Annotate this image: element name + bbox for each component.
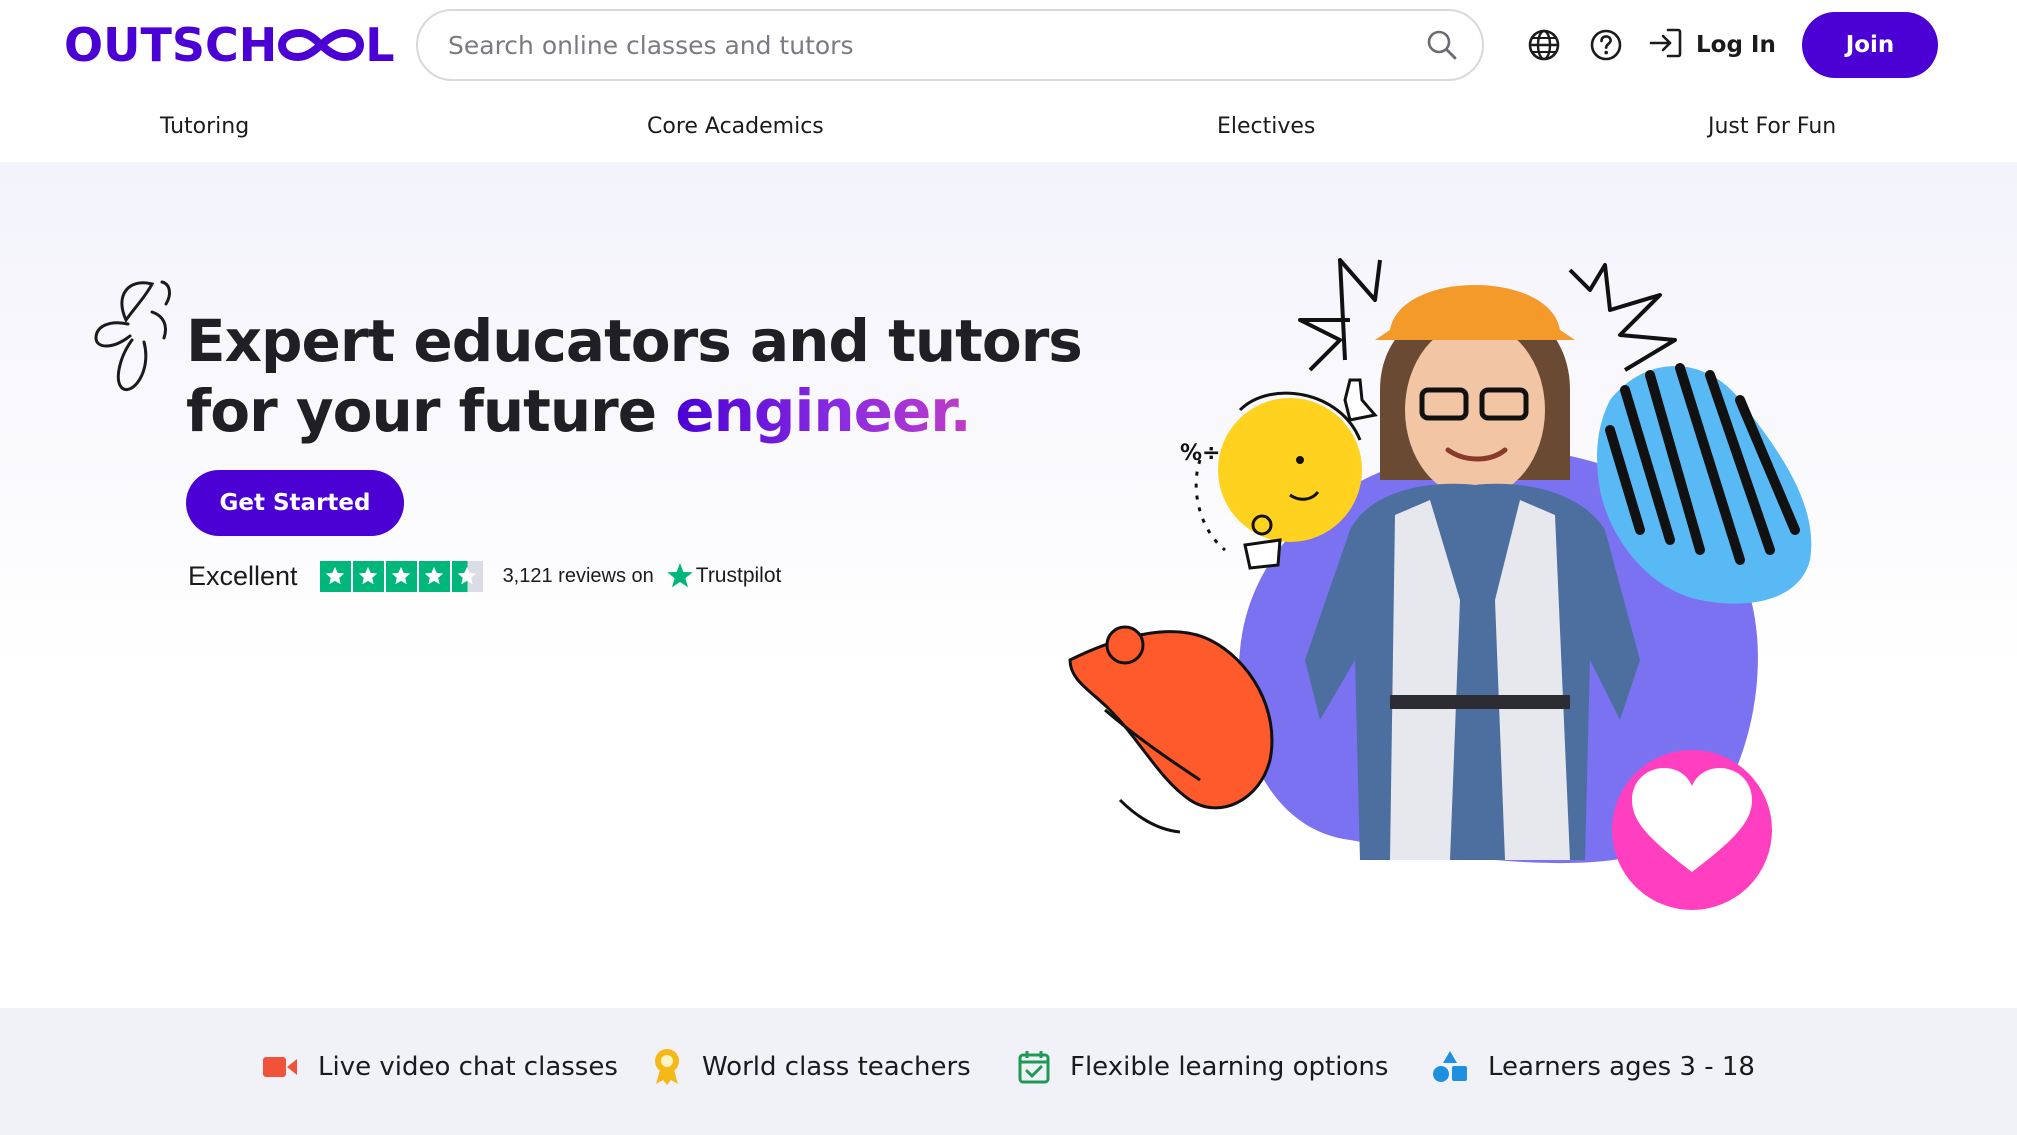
feature-ages: Learners ages 3 - 18 — [1432, 1042, 1755, 1092]
hero-illustration: %÷ — [1068, 258, 1812, 910]
star-icon — [385, 560, 417, 592]
feature-teachers: World class teachers — [652, 1042, 971, 1092]
flask-doodle — [1343, 378, 1378, 422]
nav-item-tutoring[interactable]: Tutoring — [160, 114, 249, 139]
calendar-check-icon — [1018, 1051, 1050, 1084]
get-started-button[interactable]: Get Started — [186, 470, 404, 536]
nav-item-core-academics[interactable]: Core Academics — [647, 114, 824, 139]
trust-rating-word: Excellent — [188, 560, 298, 591]
shapes-icon — [1433, 1051, 1467, 1082]
login-button[interactable]: Log In — [1648, 22, 1776, 68]
login-label: Log In — [1696, 32, 1776, 58]
outschool-homepage: OUTSCH L Log In Join — [0, 0, 2017, 1135]
petal-doodle-icon — [94, 280, 171, 391]
trustpilot-logo: Trustpilot — [666, 562, 782, 590]
features-bar: Live video chat classes World class teac… — [0, 1008, 2017, 1135]
search-bar — [416, 9, 1484, 81]
feature-label: Flexible learning options — [1070, 1052, 1389, 1082]
video-camera-icon — [263, 1057, 297, 1077]
half-star-icon — [451, 560, 483, 592]
star-icon — [319, 560, 351, 592]
trustpilot-star-icon — [666, 563, 693, 588]
feature-label: Learners ages 3 - 18 — [1488, 1052, 1755, 1082]
category-nav: Tutoring Core Academics Electives Just F… — [0, 108, 2017, 154]
feature-flexible: Flexible learning options — [1018, 1042, 1388, 1092]
outschool-logo[interactable]: OUTSCH L — [64, 18, 395, 72]
star-icon — [352, 560, 384, 592]
feature-live-video: Live video chat classes — [262, 1042, 618, 1092]
headline-accent-word: engineer. — [675, 377, 971, 445]
join-button[interactable]: Join — [1802, 12, 1938, 78]
help-icon[interactable] — [1586, 25, 1626, 65]
search-icon[interactable] — [1422, 25, 1462, 65]
trust-reviews-count: 3,121 reviews on — [502, 564, 654, 587]
heart-badge-icon — [1612, 750, 1772, 910]
trust-stars — [319, 560, 485, 592]
headline-line-1: Expert educators and tutors — [186, 307, 1083, 375]
site-header: OUTSCH L Log In Join — [0, 0, 2017, 162]
search-input[interactable] — [448, 30, 1408, 60]
headline-line-2: for your future engineer. — [186, 376, 1086, 446]
feature-label: World class teachers — [702, 1052, 971, 1082]
globe-icon[interactable] — [1524, 25, 1564, 65]
nav-item-just-for-fun[interactable]: Just For Fun — [1708, 114, 1836, 139]
headline-line-2-prefix: for your future — [186, 377, 676, 445]
logo-text-left: OUTSCH — [64, 18, 278, 72]
math-symbols-doodle: %÷ — [1180, 441, 1220, 466]
hero-headline: Expert educators and tutors for your fut… — [186, 306, 1086, 446]
star-icon — [418, 560, 450, 592]
logo-text-right: L — [365, 18, 395, 72]
logo-infinity-icon — [278, 25, 365, 65]
award-ribbon-icon — [655, 1049, 679, 1085]
zigzag-doodle-right — [1568, 263, 1677, 372]
trustpilot-brand-label: Trustpilot — [695, 564, 782, 587]
zigzag-doodle-left — [1338, 258, 1382, 361]
trustpilot-widget[interactable]: Excellent 3,121 reviews on Trustpilot — [188, 556, 781, 596]
nav-item-electives[interactable]: Electives — [1217, 114, 1315, 139]
feature-label: Live video chat classes — [318, 1052, 618, 1082]
login-arrow-icon — [1648, 26, 1684, 64]
